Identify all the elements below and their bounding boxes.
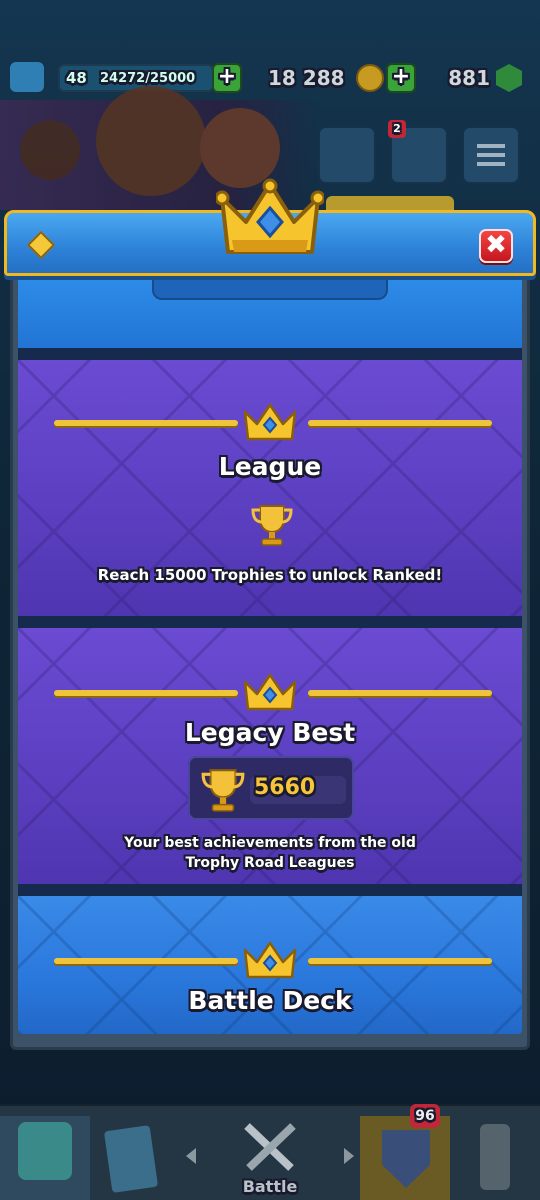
gold-gem-icon (26, 230, 56, 260)
gold-divider-left (54, 958, 238, 964)
close-button[interactable]: ✖ (479, 229, 513, 263)
section-divider (18, 348, 522, 360)
gold-divider-right (308, 958, 492, 964)
league-unlock-text: Reach 15000 Trophies to unlock Ranked! (97, 566, 443, 584)
add-xp-button[interactable]: + (212, 63, 242, 93)
battle-tab-label: Battle (242, 1177, 298, 1196)
nav-tab-cards[interactable] (90, 1116, 180, 1200)
trophy-icon (201, 769, 245, 812)
league-title: League (218, 452, 322, 481)
cards-icon (103, 1125, 159, 1193)
modal-top-tab (152, 280, 388, 300)
crossed-swords-icon (244, 1123, 296, 1171)
section-divider (18, 884, 522, 896)
second-character-icon (200, 108, 280, 188)
player-level: 48 (66, 69, 87, 87)
top-resource-bar: 48 24272/25000 + 18 288 + 881 (10, 58, 530, 100)
clan-shield-icon (382, 1130, 430, 1188)
nav-tab-events[interactable] (450, 1116, 540, 1200)
nav-tab-shop[interactable] (0, 1116, 90, 1200)
gold-amount: 18 288 (268, 66, 345, 90)
legacy-trophy-count: 5660 (188, 756, 354, 820)
gold-divider-right (308, 690, 492, 696)
crown-icon (243, 673, 297, 711)
crown-icon (243, 403, 297, 441)
hamburger-icon (477, 144, 505, 166)
legacy-trophy-value: 5660 (254, 775, 316, 800)
nav-tab-battle[interactable]: Battle (225, 1116, 315, 1200)
gem-icon (496, 64, 522, 92)
add-gold-button[interactable]: + (386, 63, 416, 93)
legacy-best-title: Legacy Best (184, 718, 356, 747)
section-divider (18, 616, 522, 628)
nav-tab-clan[interactable] (360, 1116, 450, 1200)
gold-divider-left (54, 420, 238, 426)
trophy-icon (251, 505, 293, 546)
nav-left-arrow-icon[interactable] (186, 1148, 196, 1164)
legacy-best-section: Legacy Best 5660 Your best achievements … (18, 628, 522, 884)
news-badge: 2 (388, 120, 406, 138)
crown-icon (216, 178, 324, 254)
legacy-description-line1: Your best achievements from the old (124, 835, 416, 851)
bottom-navigation: Battle (0, 1104, 540, 1200)
friends-button[interactable] (318, 126, 376, 184)
xp-progress-text: 24272/25000 (100, 71, 196, 86)
nav-right-arrow-icon[interactable] (344, 1148, 354, 1164)
third-character-icon (20, 120, 80, 180)
battle-deck-title: Battle Deck (188, 986, 352, 1015)
gold-divider-left (54, 690, 238, 696)
league-section: League Reach 15000 Trophies to unlock Ra… (18, 360, 522, 616)
legacy-description-line2: Trophy Road Leagues (185, 855, 355, 871)
events-trophy-icon (480, 1124, 510, 1190)
gold-divider-right (308, 420, 492, 426)
gem-amount: 881 (448, 66, 490, 90)
league-info-modal: ✖ League Reach 15000 Trophies to unlock … (4, 178, 536, 1050)
battle-deck-section: Battle Deck (18, 896, 522, 1034)
gold-coin-icon (356, 64, 384, 92)
menu-button[interactable] (462, 126, 520, 184)
clan-notification-badge: 96 (410, 1104, 440, 1128)
shop-chest-icon (18, 1122, 72, 1180)
crown-icon (243, 941, 297, 979)
xp-star-icon (10, 62, 44, 92)
